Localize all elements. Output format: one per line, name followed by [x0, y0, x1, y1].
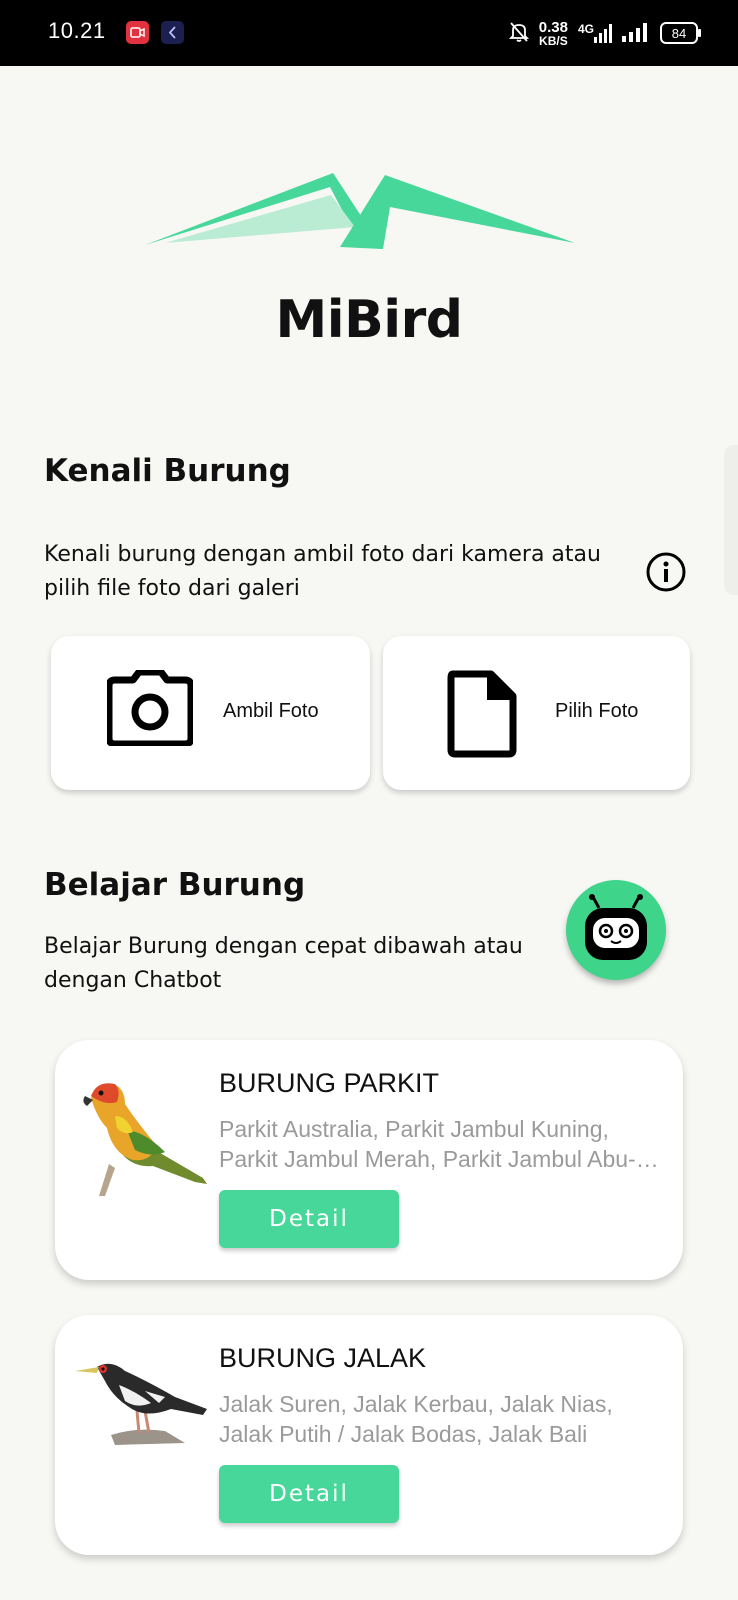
status-icons: 0.38 KB/S 4G 84: [508, 16, 701, 50]
bird-description: Parkit Australia, Parkit Jambul Kuning, …: [219, 1116, 636, 1172]
identify-section-title: Kenali Burung: [44, 453, 291, 489]
screen-recorder-icon: [126, 21, 149, 44]
network-4g-icon: 4G: [578, 22, 612, 44]
parakeet-image: [75, 1076, 215, 1200]
gallery-button-label: Pilih Foto: [555, 700, 639, 722]
mibird-logo: [145, 165, 585, 259]
mute-bell-icon: [508, 21, 529, 46]
file-icon: [447, 670, 517, 762]
robot-icon: [579, 894, 653, 970]
signal-icon: [622, 21, 650, 46]
bird-name: BURUNG PARKIT: [219, 1068, 440, 1098]
gallery-button[interactable]: Pilih Foto: [383, 636, 690, 790]
camera-button-label: Ambil Foto: [223, 700, 319, 722]
info-icon[interactable]: [646, 552, 686, 592]
bird-card-jalak[interactable]: BURUNG JALAK Jalak Suren, Jalak Kerbau, …: [55, 1315, 683, 1555]
back-arrow-app-icon: [161, 21, 184, 44]
edge-panel-handle[interactable]: [724, 445, 738, 595]
battery-icon: 84: [660, 22, 701, 44]
status-bar: 10.21 0.38 KB/S 4G 84: [0, 0, 738, 66]
bird-card-parkit[interactable]: BURUNG PARKIT Parkit Australia, Parkit J…: [55, 1040, 683, 1280]
detail-button[interactable]: Detail: [219, 1190, 399, 1248]
bird-description: Jalak Suren, Jalak Kerbau, Jalak Nias, J…: [219, 1391, 613, 1447]
bird-name: BURUNG JALAK: [219, 1343, 427, 1373]
camera-button[interactable]: Ambil Foto: [51, 636, 370, 790]
status-time: 10.21: [48, 18, 106, 43]
learn-section-description: Belajar Burung dengan cepat dibawah atau…: [44, 934, 523, 993]
chatbot-button[interactable]: [566, 880, 666, 980]
detail-button[interactable]: Detail: [219, 1465, 399, 1523]
app-title: MiBird: [275, 290, 463, 350]
camera-icon: [105, 668, 195, 750]
identify-section-description: Kenali burung dengan ambil foto dari kam…: [44, 542, 601, 601]
learn-section-title: Belajar Burung: [44, 867, 306, 903]
net-speed: 0.38 KB/S: [538, 18, 568, 48]
starling-image: [75, 1351, 215, 1455]
